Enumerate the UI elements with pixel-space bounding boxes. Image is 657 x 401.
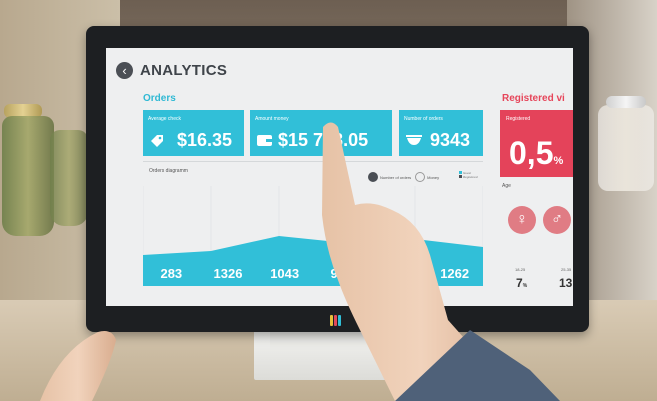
finger-touching-screen xyxy=(40,122,560,401)
